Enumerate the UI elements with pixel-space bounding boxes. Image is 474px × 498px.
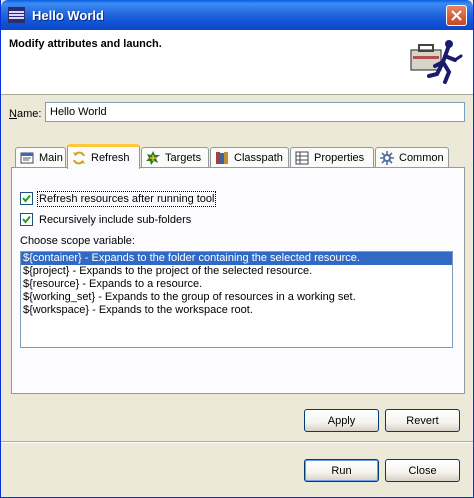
tab-targets-label: Targets (165, 151, 202, 164)
main-icon (20, 152, 34, 163)
close-window-button[interactable] (446, 5, 467, 26)
tab-common[interactable]: Common (375, 147, 449, 167)
recursive-checkbox[interactable] (20, 213, 33, 226)
close-button[interactable]: Close (385, 459, 460, 482)
list-item[interactable]: ${project} - Expands to the project of t… (21, 265, 452, 278)
common-icon (380, 150, 394, 165)
close-icon (451, 10, 462, 21)
refresh-resources-checkbox[interactable] (20, 192, 33, 205)
name-input[interactable] (45, 102, 465, 122)
refresh-tab-panel: Refresh resources after running tool Rec… (11, 167, 465, 394)
tab-refresh[interactable]: Refresh (67, 144, 140, 169)
list-item[interactable]: ${working_set} - Expands to the group of… (21, 291, 452, 304)
launch-configuration-dialog: Hello World Modify attributes and launch… (0, 0, 474, 498)
name-label: Name: (9, 108, 42, 120)
tab-main[interactable]: Main (15, 147, 66, 167)
refresh-resources-label: Refresh resources after running tool (36, 190, 217, 207)
list-item[interactable]: ${resource} - Expands to a resource. (21, 278, 452, 291)
tab-common-label: Common (399, 151, 444, 164)
scope-variable-list[interactable]: ${container} - Expands to the folder con… (20, 251, 453, 348)
properties-icon (295, 151, 309, 164)
tab-properties-label: Properties (314, 151, 365, 164)
banner-message: Modify attributes and launch. (9, 38, 162, 50)
window-title: Hello World (32, 8, 104, 23)
checkmark-icon (22, 194, 31, 203)
recursive-label: Recursively include sub-folders (39, 213, 192, 226)
list-item[interactable]: ${container} - Expands to the folder con… (21, 252, 452, 265)
tab-targets[interactable]: Targets (141, 147, 209, 167)
external-tool-run-icon (410, 40, 463, 84)
revert-button[interactable]: Revert (385, 409, 460, 432)
dialog-banner: Modify attributes and launch. (1, 30, 473, 95)
recursive-option[interactable]: Recursively include sub-folders (20, 213, 191, 226)
list-item[interactable]: ${workspace} - Expands to the workspace … (21, 304, 452, 317)
scope-variable-label: Choose scope variable: (20, 235, 135, 247)
targets-icon (146, 150, 160, 165)
tab-classpath-label: Classpath (234, 151, 283, 164)
tab-classpath[interactable]: Classpath (210, 147, 289, 167)
tab-refresh-label: Refresh (91, 152, 130, 164)
tab-main-label: Main (39, 151, 63, 164)
tab-properties[interactable]: Properties (290, 147, 374, 167)
classpath-icon (216, 151, 228, 164)
button-separator (1, 441, 473, 443)
run-button[interactable]: Run (304, 459, 379, 482)
title-bar[interactable]: Hello World (1, 0, 473, 30)
refresh-resources-option[interactable]: Refresh resources after running tool (20, 190, 217, 207)
eclipse-app-icon (8, 7, 25, 23)
apply-button[interactable]: Apply (304, 409, 379, 432)
refresh-icon (73, 151, 85, 165)
checkmark-icon (22, 215, 31, 224)
